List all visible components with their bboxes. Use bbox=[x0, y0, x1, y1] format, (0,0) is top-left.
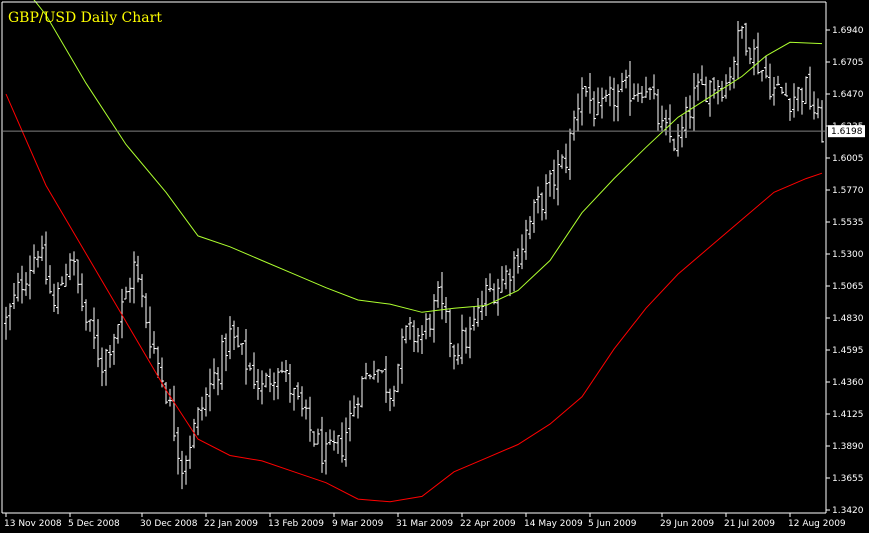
x-tick-label: 9 Mar 2009 bbox=[332, 519, 384, 529]
x-tick-label: 21 Jul 2009 bbox=[724, 519, 775, 529]
y-tick-label: 1.3655 bbox=[832, 474, 864, 484]
x-tick-label: 13 Nov 2008 bbox=[4, 519, 62, 529]
x-tick-label: 31 Mar 2009 bbox=[396, 519, 453, 529]
y-tick-label: 1.3420 bbox=[832, 506, 864, 516]
x-tick-label: 5 Jun 2009 bbox=[588, 519, 637, 529]
x-tick-label: 22 Jan 2009 bbox=[204, 519, 258, 529]
y-tick-label: 1.4595 bbox=[832, 346, 864, 356]
y-tick-label: 1.5770 bbox=[832, 186, 864, 196]
y-tick-label: 1.4830 bbox=[832, 314, 864, 324]
x-tick-label: 30 Dec 2008 bbox=[140, 519, 198, 529]
chart-title: GBP/USD Daily Chart bbox=[8, 10, 162, 26]
y-tick-label: 1.5300 bbox=[832, 250, 864, 260]
chart-background bbox=[0, 0, 869, 533]
x-tick-label: 22 Apr 2009 bbox=[460, 519, 516, 529]
y-tick-label: 1.3890 bbox=[832, 442, 864, 452]
y-tick-label: 1.5065 bbox=[832, 282, 864, 292]
y-tick-label: 1.5535 bbox=[832, 218, 864, 228]
x-tick-label: 13 Feb 2009 bbox=[268, 519, 324, 529]
x-tick-label: 12 Aug 2009 bbox=[788, 519, 846, 529]
y-tick-label: 1.6470 bbox=[832, 90, 864, 100]
price-chart: 1.69401.67051.64701.62351.60051.57701.55… bbox=[0, 0, 869, 533]
x-tick-label: 5 Dec 2008 bbox=[68, 519, 120, 529]
chart-container: 1.69401.67051.64701.62351.60051.57701.55… bbox=[0, 0, 869, 533]
y-tick-label: 1.6705 bbox=[832, 58, 864, 68]
current-price-label: 1.6198 bbox=[831, 127, 863, 137]
y-tick-label: 1.6005 bbox=[832, 154, 864, 164]
y-tick-label: 1.6940 bbox=[832, 26, 864, 36]
x-tick-label: 14 May 2009 bbox=[524, 519, 583, 529]
y-tick-label: 1.4360 bbox=[832, 378, 864, 388]
y-tick-label: 1.4125 bbox=[832, 410, 864, 420]
x-tick-label: 29 Jun 2009 bbox=[660, 519, 714, 529]
